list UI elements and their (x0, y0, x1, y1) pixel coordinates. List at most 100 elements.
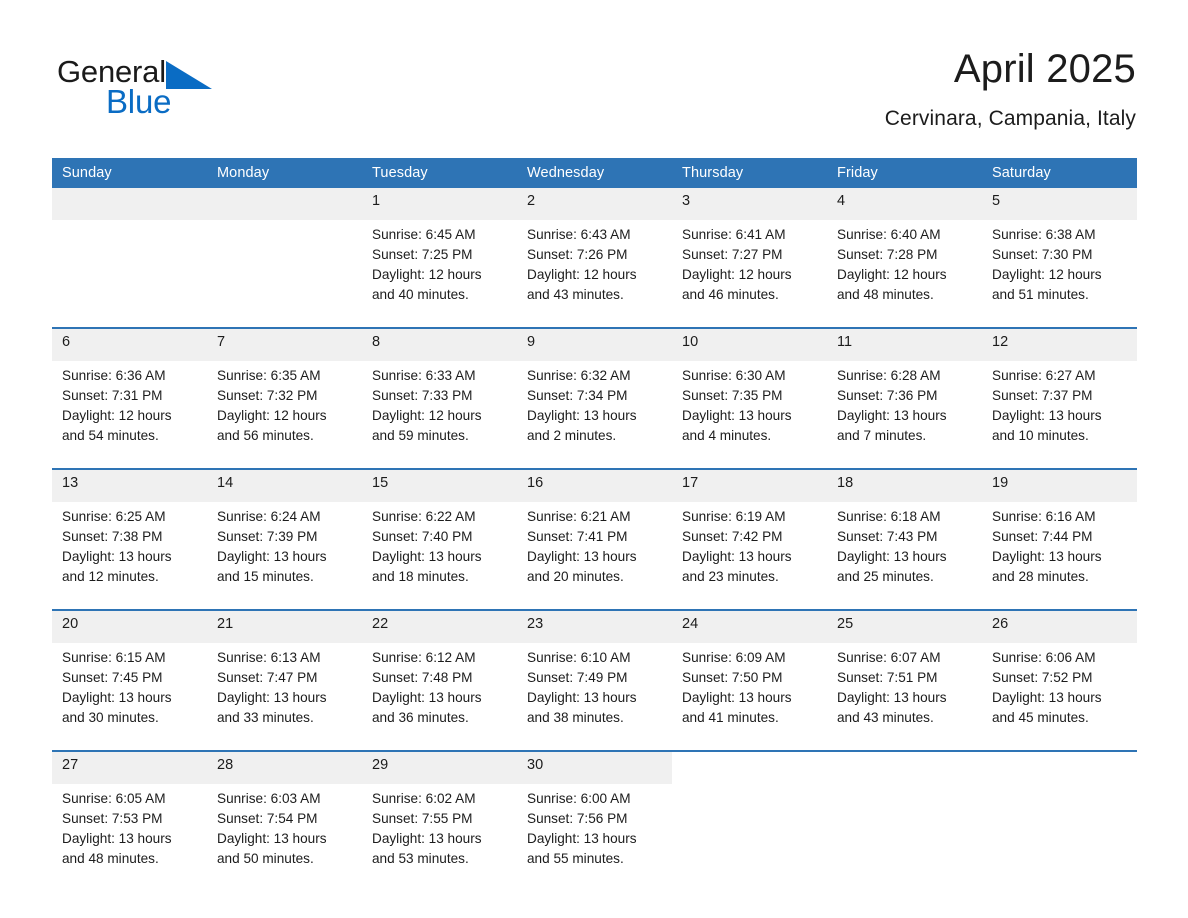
day-detail-cell[interactable]: Sunrise: 6:43 AM Sunset: 7:26 PM Daylight:… (517, 220, 672, 327)
sunset-text: Sunset: 7:27 PM (682, 247, 783, 262)
sunrise-text: Sunrise: 6:05 AM (62, 791, 166, 806)
day-detail-cell[interactable]: Sunrise: 6:06 AM Sunset: 7:52 PM Daylight:… (982, 643, 1137, 750)
logo-blue-text: Blue (106, 83, 172, 120)
day-detail-cell[interactable]: Sunrise: 6:19 AM Sunset: 7:42 PM Daylight:… (672, 502, 827, 609)
sunrise-sunset-calendar-table: Sunday Monday Tuesday Wednesday Thursday… (52, 158, 1137, 891)
general-blue-logo: General Blue (57, 55, 257, 125)
daylight-text-line2: and 12 minutes. (62, 569, 159, 584)
daylight-text-line1: Daylight: 13 hours (372, 690, 482, 705)
daylight-text-line1: Daylight: 13 hours (217, 831, 327, 846)
day-detail-cell[interactable]: Sunrise: 6:03 AM Sunset: 7:54 PM Daylight:… (207, 784, 362, 891)
day-number-cell[interactable]: 8 (362, 329, 517, 361)
day-detail-cell[interactable]: Sunrise: 6:35 AM Sunset: 7:32 PM Daylight:… (207, 361, 362, 468)
sunset-text: Sunset: 7:40 PM (372, 529, 473, 544)
week-detail-row: Sunrise: 6:25 AM Sunset: 7:38 PM Daylight:… (52, 502, 1137, 609)
daylight-text-line1: Daylight: 12 hours (992, 267, 1102, 282)
day-detail-cell[interactable]: Sunrise: 6:07 AM Sunset: 7:51 PM Daylight:… (827, 643, 982, 750)
day-number-cell[interactable]: 22 (362, 611, 517, 643)
day-number-cell[interactable]: 30 (517, 752, 672, 784)
weekday-header-sunday: Sunday (52, 158, 207, 188)
day-number: 2 (527, 193, 536, 209)
day-detail-cell[interactable]: Sunrise: 6:09 AM Sunset: 7:50 PM Daylight:… (672, 643, 827, 750)
day-detail-cell[interactable]: Sunrise: 6:45 AM Sunset: 7:25 PM Daylight:… (362, 220, 517, 327)
day-number-cell[interactable]: 7 (207, 329, 362, 361)
day-detail-cell[interactable]: Sunrise: 6:10 AM Sunset: 7:49 PM Daylight:… (517, 643, 672, 750)
day-number-cell[interactable]: 24 (672, 611, 827, 643)
day-detail-cell[interactable]: Sunrise: 6:38 AM Sunset: 7:30 PM Daylight:… (982, 220, 1137, 327)
day-number-cell[interactable]: 19 (982, 470, 1137, 502)
day-number-cell[interactable]: 6 (52, 329, 207, 361)
day-detail-cell[interactable]: Sunrise: 6:12 AM Sunset: 7:48 PM Daylight:… (362, 643, 517, 750)
day-number: 23 (527, 616, 544, 632)
day-number-cell[interactable]: 15 (362, 470, 517, 502)
daylight-text-line1: Daylight: 13 hours (372, 549, 482, 564)
day-detail-cell[interactable]: Sunrise: 6:33 AM Sunset: 7:33 PM Daylight:… (362, 361, 517, 468)
day-number-cell[interactable]: 11 (827, 329, 982, 361)
sunset-text: Sunset: 7:53 PM (62, 811, 163, 826)
day-number: 21 (217, 616, 234, 632)
day-detail-cell[interactable]: Sunrise: 6:25 AM Sunset: 7:38 PM Daylight:… (52, 502, 207, 609)
day-number-cell[interactable]: 17 (672, 470, 827, 502)
day-detail-cell[interactable]: Sunrise: 6:13 AM Sunset: 7:47 PM Daylight:… (207, 643, 362, 750)
day-detail-cell[interactable]: Sunrise: 6:18 AM Sunset: 7:43 PM Daylight:… (827, 502, 982, 609)
day-detail-cell[interactable]: Sunrise: 6:00 AM Sunset: 7:56 PM Daylight:… (517, 784, 672, 891)
day-detail-cell[interactable]: Sunrise: 6:16 AM Sunset: 7:44 PM Daylight:… (982, 502, 1137, 609)
day-number-cell[interactable]: 5 (982, 188, 1137, 220)
day-number: 19 (992, 475, 1009, 491)
sunset-text: Sunset: 7:45 PM (62, 670, 163, 685)
day-detail-cell[interactable]: Sunrise: 6:28 AM Sunset: 7:36 PM Daylight:… (827, 361, 982, 468)
week-detail-row: Sunrise: 6:45 AM Sunset: 7:25 PM Daylight:… (52, 220, 1137, 327)
day-number: 26 (992, 616, 1009, 632)
daylight-text-line2: and 56 minutes. (217, 428, 314, 443)
day-number-cell[interactable]: 2 (517, 188, 672, 220)
sunset-text: Sunset: 7:44 PM (992, 529, 1093, 544)
day-detail-cell[interactable]: Sunrise: 6:27 AM Sunset: 7:37 PM Daylight:… (982, 361, 1137, 468)
week-detail-row: Sunrise: 6:15 AM Sunset: 7:45 PM Daylight:… (52, 643, 1137, 750)
day-number-cell[interactable]: 4 (827, 188, 982, 220)
day-number-cell[interactable]: 3 (672, 188, 827, 220)
day-number-cell[interactable]: 14 (207, 470, 362, 502)
daylight-text-line2: and 55 minutes. (527, 851, 624, 866)
weekday-header-saturday: Saturday (982, 158, 1137, 188)
sunrise-text: Sunrise: 6:41 AM (682, 227, 786, 242)
day-number-cell[interactable]: 9 (517, 329, 672, 361)
day-number-cell[interactable]: 20 (52, 611, 207, 643)
day-detail-cell-empty (982, 784, 1137, 891)
day-detail-cell[interactable]: Sunrise: 6:15 AM Sunset: 7:45 PM Daylight:… (52, 643, 207, 750)
day-number-cell[interactable]: 25 (827, 611, 982, 643)
daylight-text-line1: Daylight: 13 hours (527, 408, 637, 423)
daylight-text-line1: Daylight: 12 hours (372, 267, 482, 282)
day-detail-cell[interactable]: Sunrise: 6:05 AM Sunset: 7:53 PM Daylight:… (52, 784, 207, 891)
day-number-cell[interactable]: 26 (982, 611, 1137, 643)
day-number-cell[interactable]: 27 (52, 752, 207, 784)
sunrise-text: Sunrise: 6:06 AM (992, 650, 1096, 665)
day-number-cell[interactable]: 10 (672, 329, 827, 361)
day-number-cell[interactable]: 21 (207, 611, 362, 643)
day-number-cell[interactable]: 12 (982, 329, 1137, 361)
daylight-text-line1: Daylight: 12 hours (372, 408, 482, 423)
day-number-cell[interactable]: 13 (52, 470, 207, 502)
day-detail-cell[interactable]: Sunrise: 6:30 AM Sunset: 7:35 PM Daylight:… (672, 361, 827, 468)
day-detail-cell[interactable]: Sunrise: 6:02 AM Sunset: 7:55 PM Daylight:… (362, 784, 517, 891)
day-detail-cell[interactable]: Sunrise: 6:21 AM Sunset: 7:41 PM Daylight:… (517, 502, 672, 609)
day-number-cell[interactable]: 23 (517, 611, 672, 643)
day-detail-cell[interactable]: Sunrise: 6:22 AM Sunset: 7:40 PM Daylight:… (362, 502, 517, 609)
calendar-page: General Blue April 2025 Cervinara, Campa… (0, 0, 1188, 918)
daylight-text-line2: and 7 minutes. (837, 428, 927, 443)
day-detail-cell[interactable]: Sunrise: 6:41 AM Sunset: 7:27 PM Daylight:… (672, 220, 827, 327)
week-detail-row: Sunrise: 6:05 AM Sunset: 7:53 PM Daylight:… (52, 784, 1137, 891)
day-detail-cell[interactable]: Sunrise: 6:24 AM Sunset: 7:39 PM Daylight:… (207, 502, 362, 609)
daylight-text-line1: Daylight: 13 hours (527, 549, 637, 564)
day-number-cell[interactable]: 18 (827, 470, 982, 502)
day-number-cell[interactable]: 1 (362, 188, 517, 220)
day-number-cell[interactable]: 16 (517, 470, 672, 502)
daylight-text-line2: and 43 minutes. (837, 710, 934, 725)
day-detail-cell[interactable]: Sunrise: 6:40 AM Sunset: 7:28 PM Daylight:… (827, 220, 982, 327)
day-number-cell[interactable]: 28 (207, 752, 362, 784)
day-detail-cell[interactable]: Sunrise: 6:32 AM Sunset: 7:34 PM Daylight:… (517, 361, 672, 468)
daylight-text-line1: Daylight: 12 hours (682, 267, 792, 282)
sunset-text: Sunset: 7:47 PM (217, 670, 318, 685)
sunset-text: Sunset: 7:31 PM (62, 388, 163, 403)
day-number-cell[interactable]: 29 (362, 752, 517, 784)
day-detail-cell[interactable]: Sunrise: 6:36 AM Sunset: 7:31 PM Daylight:… (52, 361, 207, 468)
